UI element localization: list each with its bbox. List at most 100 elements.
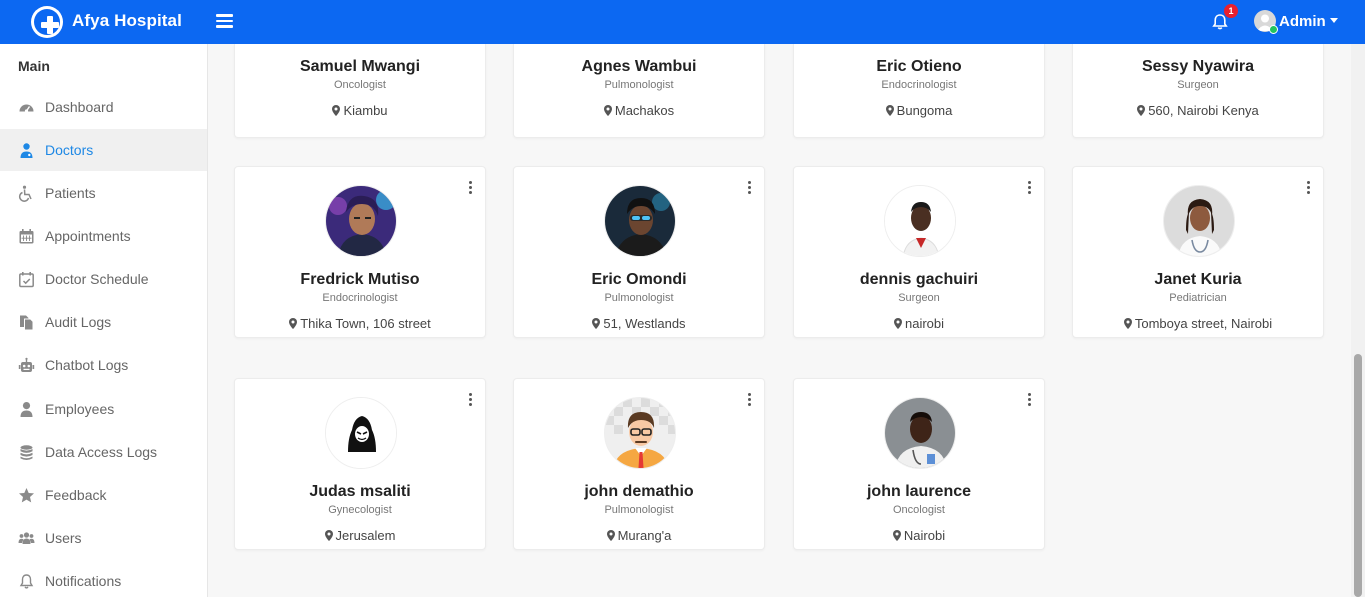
doctor-name: Eric Otieno — [876, 58, 962, 75]
doctor-name: Eric Omondi — [591, 271, 687, 288]
sidebar-item-employees[interactable]: Employees — [0, 388, 207, 430]
doctor-card[interactable]: Sessy Nyawira Surgeon 560, Nairobi Kenya — [1072, 44, 1324, 138]
sidebar-item-label: Doctor Schedule — [45, 271, 149, 287]
doctor-avatar — [604, 185, 676, 257]
doctor-name: Agnes Wambui — [581, 58, 697, 75]
doctor-location: Jerusalem — [235, 528, 485, 543]
doctor-card[interactable]: john laurence Oncologist Nairobi — [793, 378, 1045, 550]
doctor-location: Kiambu — [235, 103, 485, 118]
doctor-location: Machakos — [514, 103, 764, 118]
sidebar-item-label: Appointments — [45, 228, 131, 244]
sidebar-item-label: Chatbot Logs — [45, 357, 129, 373]
sidebar-item-label: Users — [45, 530, 82, 546]
doctor-card[interactable]: Janet Kuria Pediatrician Tomboya street,… — [1072, 166, 1324, 338]
doctor-location: Nairobi — [794, 528, 1044, 543]
caret-down-icon — [1330, 18, 1338, 23]
doctor-avatar — [884, 185, 956, 257]
page-scrollbar[interactable] — [1351, 44, 1365, 597]
menu-toggle-icon[interactable] — [216, 14, 233, 28]
doctor-card[interactable]: Eric Otieno Endocrinologist Bungoma — [793, 44, 1045, 138]
doctor-specialty: Pulmonologist — [604, 79, 674, 91]
doctor-card[interactable]: Agnes Wambui Pulmonologist Machakos — [513, 44, 765, 138]
doctor-specialty: Oncologist — [893, 504, 945, 516]
sidebar-item-chatbot-logs[interactable]: Chatbot Logs — [0, 344, 207, 386]
users-icon — [18, 532, 35, 544]
doctor-icon — [20, 143, 33, 158]
doctor-name: john laurence — [866, 483, 972, 500]
sidebar-item-doctors[interactable]: Doctors — [0, 129, 207, 171]
sidebar-item-label: Feedback — [45, 487, 107, 503]
doctor-specialty: Endocrinologist — [881, 79, 957, 91]
sidebar-item-label: Patients — [45, 185, 96, 201]
map-marker-icon — [1137, 105, 1146, 116]
doctor-specialty: Gynecologist — [328, 504, 392, 516]
doctor-avatar — [884, 397, 956, 469]
doctor-specialty: Surgeon — [898, 292, 940, 304]
doctor-name: Samuel Mwangi — [299, 58, 421, 75]
wheelchair-icon — [18, 185, 32, 202]
sidebar-item-data-access-logs[interactable]: Data Access Logs — [0, 431, 207, 473]
map-marker-icon — [332, 105, 341, 116]
sidebar-item-patients[interactable]: Patients — [0, 172, 207, 214]
user-icon — [20, 402, 33, 417]
doctors-grid: Samuel Mwangi Oncologist Kiambu Agnes Wa… — [208, 44, 1351, 597]
more-options-icon[interactable] — [467, 393, 473, 407]
doctor-card[interactable]: Judas msaliti Gynecologist Jerusalem — [234, 378, 486, 550]
more-options-icon[interactable] — [746, 181, 752, 195]
more-options-icon[interactable] — [467, 181, 473, 195]
doctor-avatar — [325, 185, 397, 257]
map-marker-icon — [592, 318, 601, 329]
doctor-card[interactable]: dennis gachuiri Surgeon nairobi — [793, 166, 1045, 338]
doctor-card[interactable]: john demathio Pulmonologist Murang'a — [513, 378, 765, 550]
more-options-icon[interactable] — [746, 393, 752, 407]
bell-icon — [19, 574, 34, 589]
calendar-icon — [19, 229, 34, 244]
robot-icon — [18, 357, 35, 372]
doctor-name: Judas msaliti — [309, 483, 411, 500]
top-header: Afya Hospital 1 Admin — [0, 0, 1365, 44]
doctor-card[interactable]: Eric Omondi Pulmonologist 51, Westlands — [513, 166, 765, 338]
doctor-specialty: Pulmonologist — [604, 292, 674, 304]
more-options-icon[interactable] — [1305, 181, 1311, 195]
doctor-avatar — [325, 397, 397, 469]
sidebar-item-audit-logs[interactable]: Audit Logs — [0, 301, 207, 343]
sidebar-item-label: Notifications — [45, 573, 122, 589]
doctor-location: 51, Westlands — [514, 316, 764, 331]
doctor-specialty: Pediatrician — [1169, 292, 1227, 304]
doctor-card[interactable]: Fredrick Mutiso Endocrinologist Thika To… — [234, 166, 486, 338]
more-options-icon[interactable] — [1026, 393, 1032, 407]
more-options-icon[interactable] — [1026, 181, 1032, 195]
star-icon — [19, 488, 34, 503]
sidebar-item-label: Employees — [45, 401, 115, 417]
sidebar-item-appointments[interactable]: Appointments — [0, 215, 207, 257]
sidebar-item-doctor-schedule[interactable]: Doctor Schedule — [0, 258, 207, 300]
sidebar: Main Dashboard Doctors Patients Appointm… — [0, 44, 208, 597]
documents-icon — [20, 315, 34, 331]
doctor-card[interactable]: Samuel Mwangi Oncologist Kiambu — [234, 44, 486, 138]
notification-badge: 1 — [1224, 4, 1238, 18]
online-status-dot — [1269, 25, 1278, 34]
sidebar-item-feedback[interactable]: Feedback — [0, 474, 207, 516]
doctor-specialty: Pulmonologist — [604, 504, 674, 516]
map-marker-icon — [1123, 318, 1132, 329]
doctor-location: Bungoma — [794, 103, 1044, 118]
sidebar-section-title: Main — [18, 58, 50, 74]
database-icon — [20, 445, 33, 461]
doctor-location: 560, Nairobi Kenya — [1073, 103, 1323, 118]
sidebar-item-notifications[interactable]: Notifications — [0, 560, 207, 597]
doctor-location: Murang'a — [514, 528, 764, 543]
sidebar-item-users[interactable]: Users — [0, 517, 207, 559]
hospital-logo-icon[interactable] — [31, 6, 63, 38]
doctor-name: Fredrick Mutiso — [300, 271, 420, 288]
doctor-avatar — [604, 397, 676, 469]
doctor-specialty: Endocrinologist — [322, 292, 398, 304]
sidebar-item-dashboard[interactable]: Dashboard — [0, 86, 207, 128]
calendar-check-icon — [19, 272, 34, 288]
map-marker-icon — [606, 530, 615, 541]
dashboard-icon — [19, 104, 34, 113]
doctor-location: nairobi — [794, 316, 1044, 331]
map-marker-icon — [603, 105, 612, 116]
scrollbar-thumb[interactable] — [1354, 354, 1362, 597]
brand-name[interactable]: Afya Hospital — [72, 11, 182, 31]
doctor-specialty: Surgeon — [1177, 79, 1219, 91]
